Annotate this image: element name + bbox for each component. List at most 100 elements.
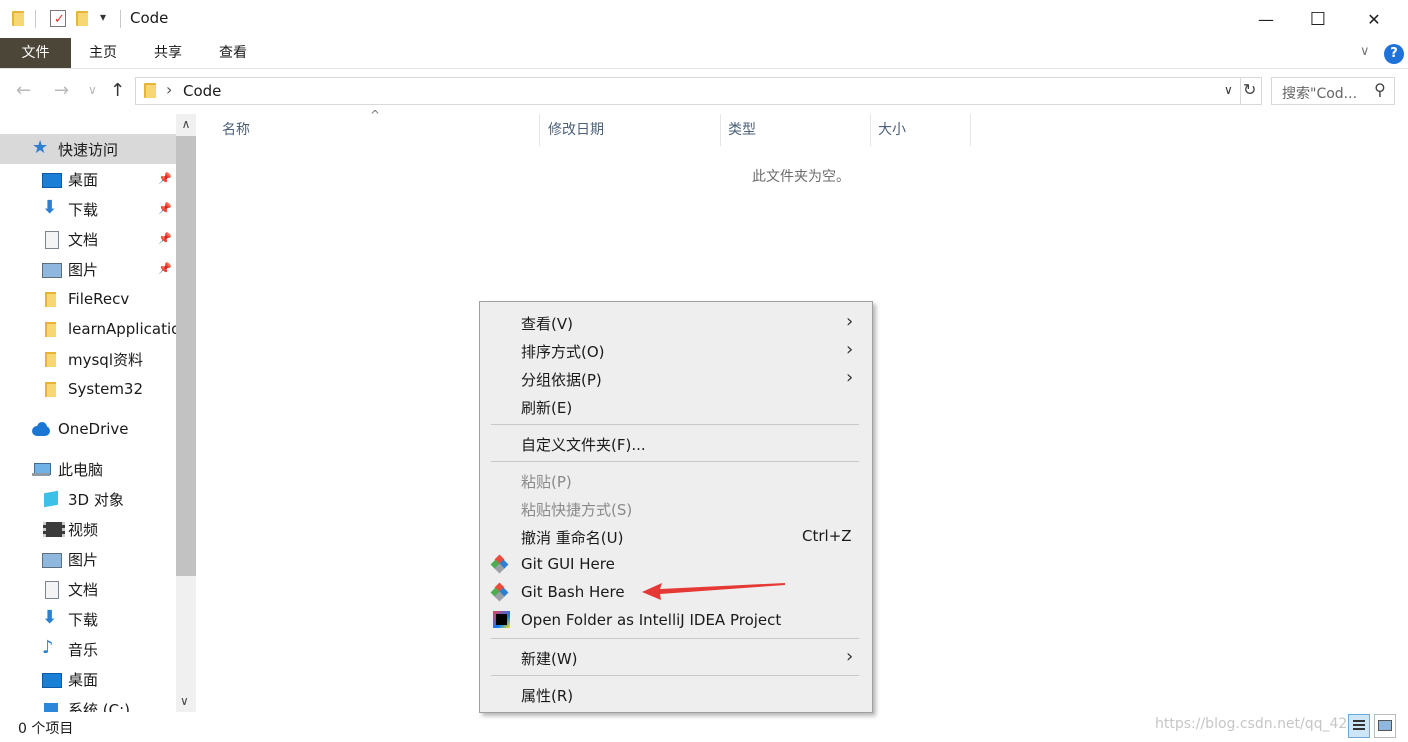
search-input[interactable]: 搜索"Cod... ⚲ xyxy=(1271,77,1395,105)
nav-item-drive-c[interactable]: 系统 (C:) xyxy=(0,694,176,712)
menu-item-customize-folder[interactable]: 自定义文件夹(F)... xyxy=(480,429,872,457)
nav-item-label: 文档 xyxy=(68,580,99,599)
tab-file[interactable]: 文件 xyxy=(0,38,71,68)
pin-icon[interactable]: 📌 xyxy=(158,202,172,215)
nav-item-pc-downloads[interactable]: ⬇ 下载 xyxy=(0,604,176,634)
nav-item-downloads[interactable]: ⬇ 下载 📌 xyxy=(0,194,176,224)
new-folder-icon[interactable] xyxy=(76,11,88,26)
help-icon[interactable]: ? xyxy=(1384,44,1404,64)
pin-icon[interactable]: 📌 xyxy=(158,232,172,245)
minimize-button[interactable]: — xyxy=(1240,0,1292,38)
breadcrumb-code[interactable]: Code xyxy=(183,82,221,100)
video-icon xyxy=(42,520,65,538)
properties-icon[interactable]: ✓ xyxy=(50,10,66,27)
search-icon[interactable]: ⚲ xyxy=(1374,80,1386,99)
computer-icon xyxy=(32,460,51,478)
menu-item-view[interactable]: 查看(V) › xyxy=(480,308,872,336)
pin-icon[interactable]: 📌 xyxy=(158,262,172,275)
menu-item-git-gui[interactable]: Git GUI Here xyxy=(480,550,872,578)
nav-item-learnapplication[interactable]: learnApplicatio xyxy=(0,314,176,344)
nav-item-mysql[interactable]: mysql资料 xyxy=(0,344,176,374)
up-arrow-icon[interactable]: ↑ xyxy=(110,80,125,101)
menu-item-label: 粘贴(P) xyxy=(521,473,572,491)
nav-item-label: 快速访问 xyxy=(58,140,119,159)
recent-locations-chevron-icon[interactable]: ∨ xyxy=(88,83,97,97)
desktop-icon xyxy=(42,670,62,688)
annotation-arrow xyxy=(642,583,785,600)
menu-item-undo-rename[interactable]: 撤消 重命名(U) Ctrl+Z xyxy=(480,522,872,550)
menu-item-label: 自定义文件夹(F)... xyxy=(521,436,646,454)
nav-item-pictures[interactable]: 图片 📌 xyxy=(0,254,176,284)
menu-item-shortcut: Ctrl+Z xyxy=(802,527,852,545)
submenu-arrow-icon: › xyxy=(846,311,854,332)
intellij-icon xyxy=(493,611,510,628)
nav-item-label: mysql资料 xyxy=(68,350,143,369)
nav-item-pc-documents[interactable]: 文档 xyxy=(0,574,176,604)
column-type[interactable]: 类型 xyxy=(728,114,756,146)
nav-item-music[interactable]: ♪ 音乐 xyxy=(0,634,176,664)
nav-item-filerecv[interactable]: FileRecv xyxy=(0,284,176,314)
back-arrow-icon[interactable]: ← xyxy=(16,80,31,101)
menu-item-new[interactable]: 新建(W) › xyxy=(480,643,872,671)
download-icon: ⬇ xyxy=(42,197,58,218)
forward-arrow-icon[interactable]: → xyxy=(54,80,69,101)
close-button[interactable]: ✕ xyxy=(1348,0,1400,38)
breadcrumb-separator-icon[interactable]: › xyxy=(166,80,172,99)
tab-home[interactable]: 主页 xyxy=(79,38,127,68)
pictures-icon xyxy=(42,260,62,278)
nav-item-pc-pictures[interactable]: 图片 xyxy=(0,544,176,574)
scroll-down-chevron-icon[interactable]: ∨ xyxy=(180,694,189,708)
column-divider[interactable] xyxy=(870,114,871,146)
folder-icon[interactable] xyxy=(12,11,24,26)
nav-item-videos[interactable]: 视频 xyxy=(0,514,176,544)
menu-item-sort-by[interactable]: 排序方式(O) › xyxy=(480,336,872,364)
column-divider[interactable] xyxy=(539,114,540,146)
customize-toolbar-chevron-icon[interactable]: ▾ xyxy=(100,10,106,24)
nav-item-label: 图片 xyxy=(68,260,99,279)
pin-icon[interactable]: 📌 xyxy=(158,172,172,185)
nav-item-3d-objects[interactable]: 3D 对象 xyxy=(0,484,176,514)
tab-share[interactable]: 共享 xyxy=(144,38,192,68)
large-icons-view-button[interactable] xyxy=(1374,714,1396,738)
git-icon xyxy=(490,554,509,574)
refresh-icon[interactable]: ↻ xyxy=(1243,80,1256,99)
menu-item-refresh[interactable]: 刷新(E) xyxy=(480,392,872,420)
nav-item-quick-access[interactable]: ★ 快速访问 xyxy=(0,134,176,164)
column-size[interactable]: 大小 xyxy=(878,114,906,146)
address-bar[interactable]: › Code ∨ ↻ xyxy=(135,77,1262,105)
maximize-button[interactable]: ☐ xyxy=(1292,0,1344,38)
folder-icon xyxy=(42,380,60,398)
column-name[interactable]: 名称 xyxy=(222,114,250,146)
menu-item-group-by[interactable]: 分组依据(P) › xyxy=(480,364,872,392)
empty-folder-message: 此文件夹为空。 xyxy=(752,169,850,185)
nav-item-pc-desktop[interactable]: 桌面 xyxy=(0,664,176,694)
scroll-up-button[interactable]: ∧ xyxy=(176,114,196,134)
nav-item-desktop[interactable]: 桌面 📌 xyxy=(0,164,176,194)
menu-item-label: Git Bash Here xyxy=(521,583,625,601)
menu-item-properties[interactable]: 属性(R) xyxy=(480,680,872,708)
details-view-button[interactable] xyxy=(1348,714,1370,738)
nav-scrollbar-thumb[interactable] xyxy=(176,136,196,576)
title-divider xyxy=(120,10,121,28)
tab-view[interactable]: 查看 xyxy=(209,38,257,68)
window-title: Code xyxy=(130,9,169,27)
expand-ribbon-chevron-icon[interactable]: ∨ xyxy=(1360,44,1370,59)
nav-item-label: 此电脑 xyxy=(58,460,104,479)
ribbon-tabs: 文件 主页 共享 查看 ∨ ? xyxy=(0,38,1408,69)
status-bar: 0 个项目 https://blog.csdn.net/qq_42 xyxy=(0,712,1408,742)
address-history-chevron-icon[interactable]: ∨ xyxy=(1224,83,1233,97)
column-divider[interactable] xyxy=(720,114,721,146)
nav-item-onedrive[interactable]: OneDrive xyxy=(0,414,176,444)
nav-item-documents[interactable]: 文档 📌 xyxy=(0,224,176,254)
nav-item-this-pc[interactable]: 此电脑 xyxy=(0,454,176,484)
menu-item-open-intellij[interactable]: Open Folder as IntelliJ IDEA Project xyxy=(480,606,872,634)
document-icon xyxy=(42,230,60,249)
column-divider[interactable] xyxy=(970,114,971,146)
nav-item-system32[interactable]: System32 xyxy=(0,374,176,404)
nav-item-label: 桌面 xyxy=(68,670,99,689)
folder-icon xyxy=(42,290,60,308)
menu-separator xyxy=(491,675,859,676)
nav-item-label: 系统 (C:) xyxy=(68,700,130,713)
nav-item-label: 下载 xyxy=(68,200,99,219)
column-modified-date[interactable]: 修改日期 xyxy=(548,114,604,146)
